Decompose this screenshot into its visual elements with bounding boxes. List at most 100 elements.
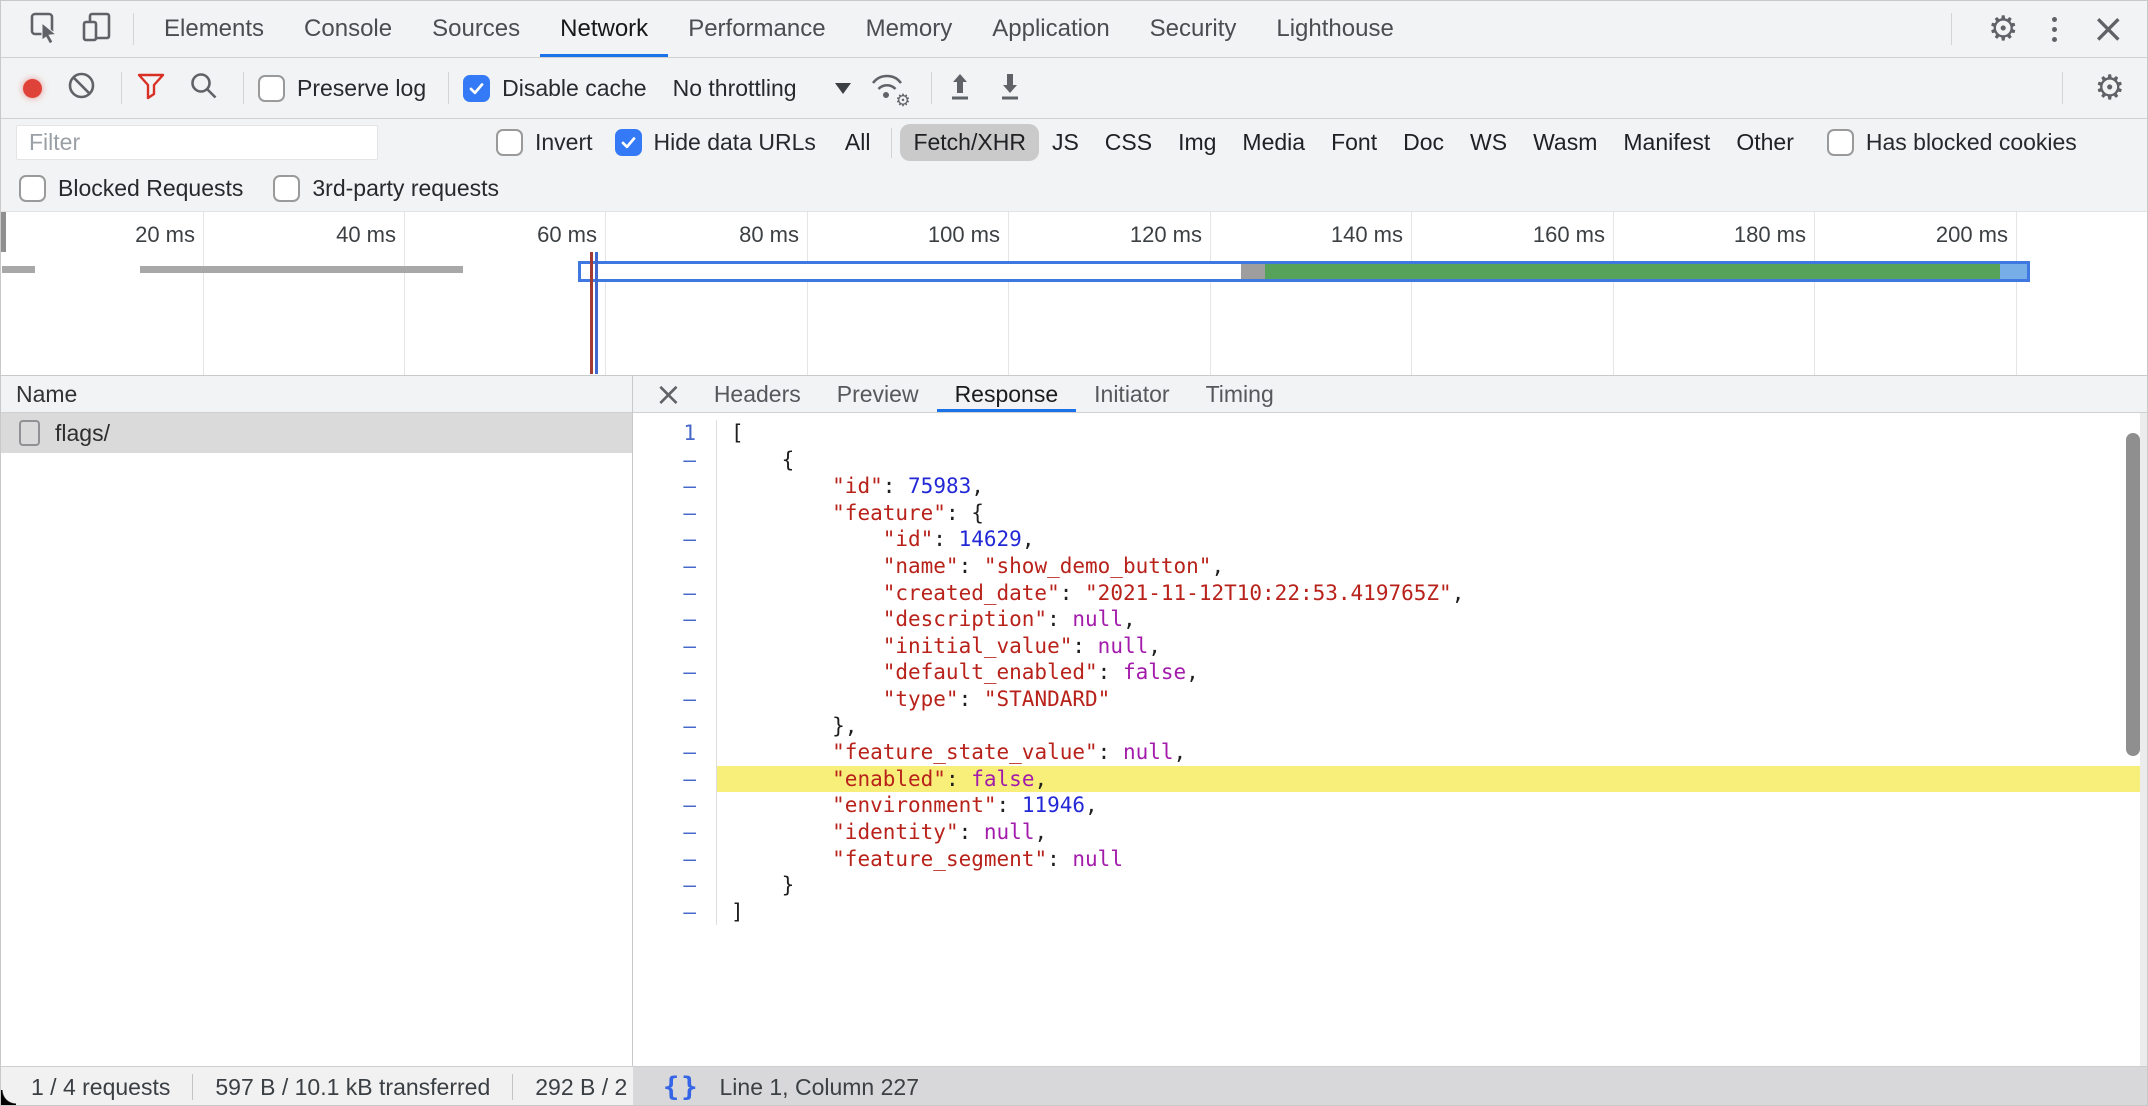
throttling-value: No throttling xyxy=(673,75,797,102)
fold-marker: – xyxy=(633,872,717,899)
request-row-flags[interactable]: flags/ xyxy=(1,413,632,453)
details-tab-timing[interactable]: Timing xyxy=(1188,376,1292,412)
pretty-print-braces-icon[interactable]: {} xyxy=(663,1072,700,1103)
tab-performance[interactable]: Performance xyxy=(668,1,845,57)
disable-cache-checkbox[interactable] xyxy=(463,75,490,102)
inspect-element-button[interactable] xyxy=(19,1,71,57)
preserve-log-label: Preserve log xyxy=(297,75,426,102)
details-tab-headers[interactable]: Headers xyxy=(696,376,819,412)
details-tab-response[interactable]: Response xyxy=(937,376,1077,412)
invert-checkbox[interactable] xyxy=(496,129,523,156)
settings-gear-icon[interactable]: ⚙ xyxy=(1988,12,2018,46)
type-filter-media[interactable]: Media xyxy=(1229,124,1318,161)
preserve-log-toggle[interactable]: Preserve log xyxy=(258,75,426,102)
filter-toggle-button[interactable] xyxy=(136,71,166,106)
export-har-button[interactable] xyxy=(996,70,1024,107)
device-toolbar-button[interactable] xyxy=(71,1,123,57)
details-tab-initiator[interactable]: Initiator xyxy=(1076,376,1187,412)
scrollbar-track[interactable] xyxy=(2140,413,2147,1066)
preserve-log-checkbox[interactable] xyxy=(258,75,285,102)
blocked-requests-checkbox[interactable] xyxy=(19,175,46,202)
name-column-header[interactable]: Name xyxy=(1,376,632,413)
timeline-gridline xyxy=(404,212,405,375)
type-filter-img[interactable]: Img xyxy=(1165,124,1229,161)
tab-sources[interactable]: Sources xyxy=(412,1,540,57)
network-conditions-button[interactable]: ⚙ xyxy=(869,70,907,107)
type-filter-wasm[interactable]: Wasm xyxy=(1520,124,1610,161)
code-line: – "feature_state_value": null, xyxy=(633,739,2147,766)
timeline-tick-label: 20 ms xyxy=(135,222,195,248)
network-overview-timeline[interactable]: 20 ms40 ms60 ms80 ms100 ms120 ms140 ms16… xyxy=(1,212,2147,376)
timeline-gridline xyxy=(1613,212,1614,375)
invert-toggle[interactable]: Invert xyxy=(496,129,593,156)
overview-activity-bar xyxy=(140,266,463,273)
status-divider xyxy=(192,1074,193,1100)
throttling-select[interactable]: No throttling xyxy=(673,75,851,102)
tab-elements[interactable]: Elements xyxy=(144,1,284,57)
timeline-tick-label: 140 ms xyxy=(1331,222,1403,248)
type-filter-other[interactable]: Other xyxy=(1723,124,1807,161)
has-blocked-cookies-checkbox[interactable] xyxy=(1827,129,1854,156)
code-line: – "enabled": false, xyxy=(633,766,2147,793)
type-filter-css[interactable]: CSS xyxy=(1092,124,1165,161)
fold-marker: – xyxy=(633,819,717,846)
hide-data-urls-toggle[interactable]: Hide data URLs xyxy=(615,129,816,156)
scrollbar-thumb[interactable] xyxy=(2126,433,2140,756)
panel-tabs: ElementsConsoleSourcesNetworkPerformance… xyxy=(144,1,1414,57)
code-line: – "feature": { xyxy=(633,500,2147,527)
request-list: flags/ xyxy=(1,413,632,453)
type-filter-fetch-xhr[interactable]: Fetch/XHR xyxy=(900,124,1038,161)
details-tab-preview[interactable]: Preview xyxy=(819,376,937,412)
waterfall-segment xyxy=(2000,264,2027,279)
page-event-marker-line xyxy=(595,252,598,374)
close-devtools-icon[interactable]: × xyxy=(2091,9,2125,49)
fold-marker: – xyxy=(633,526,717,553)
tab-network[interactable]: Network xyxy=(540,1,668,57)
type-filter-all[interactable]: All xyxy=(832,124,884,161)
more-options-kebab-icon[interactable] xyxy=(2044,17,2065,42)
disable-cache-toggle[interactable]: Disable cache xyxy=(463,75,646,102)
timeline-tick-label: 40 ms xyxy=(336,222,396,248)
fold-marker: – xyxy=(633,899,717,926)
tab-console[interactable]: Console xyxy=(284,1,412,57)
third-party-requests-toggle[interactable]: 3rd-party requests xyxy=(273,175,499,202)
tab-lighthouse[interactable]: Lighthouse xyxy=(1256,1,1413,57)
type-filter-manifest[interactable]: Manifest xyxy=(1610,124,1723,161)
fold-marker: – xyxy=(633,500,717,527)
tab-security[interactable]: Security xyxy=(1130,1,1257,57)
network-settings-gear-icon[interactable]: ⚙ xyxy=(2095,71,2125,105)
request-type-filters: All Fetch/XHRJSCSSImgMediaFontDocWSWasmMa… xyxy=(832,124,1807,161)
type-filter-ws[interactable]: WS xyxy=(1457,124,1520,161)
blocked-requests-label: Blocked Requests xyxy=(58,175,243,202)
close-details-icon[interactable]: × xyxy=(641,376,696,412)
timeline-gridline xyxy=(2016,212,2017,375)
request-waterfall-bar[interactable] xyxy=(578,261,2030,282)
code-text: "environment": 11946, xyxy=(717,792,2147,819)
clear-network-log-button[interactable] xyxy=(66,70,97,106)
has-blocked-cookies-toggle[interactable]: Has blocked cookies xyxy=(1827,129,2077,156)
code-line: – "name": "show_demo_button", xyxy=(633,553,2147,580)
type-filter-doc[interactable]: Doc xyxy=(1390,124,1457,161)
type-filter-js[interactable]: JS xyxy=(1039,124,1092,161)
fold-marker: – xyxy=(633,659,717,686)
code-line: – "environment": 11946, xyxy=(633,792,2147,819)
fold-marker: – xyxy=(633,846,717,873)
code-text: "name": "show_demo_button", xyxy=(717,553,2147,580)
third-party-requests-checkbox[interactable] xyxy=(273,175,300,202)
code-line: – "default_enabled": false, xyxy=(633,659,2147,686)
tab-application[interactable]: Application xyxy=(972,1,1129,57)
network-options-row: Blocked Requests 3rd-party requests xyxy=(1,166,2147,212)
response-body-viewer[interactable]: 1[– {– "id": 75983,– "feature": {– "id":… xyxy=(633,413,2147,1066)
code-text: "initial_value": null, xyxy=(717,633,2147,660)
import-har-button[interactable] xyxy=(946,70,974,107)
search-button[interactable] xyxy=(188,70,219,106)
record-network-log-button[interactable] xyxy=(23,79,42,98)
code-text: "feature_segment": null xyxy=(717,846,2147,873)
filter-input[interactable] xyxy=(16,125,378,160)
type-filter-font[interactable]: Font xyxy=(1318,124,1390,161)
tab-memory[interactable]: Memory xyxy=(846,1,973,57)
page-event-marker-line xyxy=(590,252,593,374)
hide-data-urls-checkbox[interactable] xyxy=(615,129,642,156)
blocked-requests-toggle[interactable]: Blocked Requests xyxy=(19,175,243,202)
fold-marker: – xyxy=(633,739,717,766)
